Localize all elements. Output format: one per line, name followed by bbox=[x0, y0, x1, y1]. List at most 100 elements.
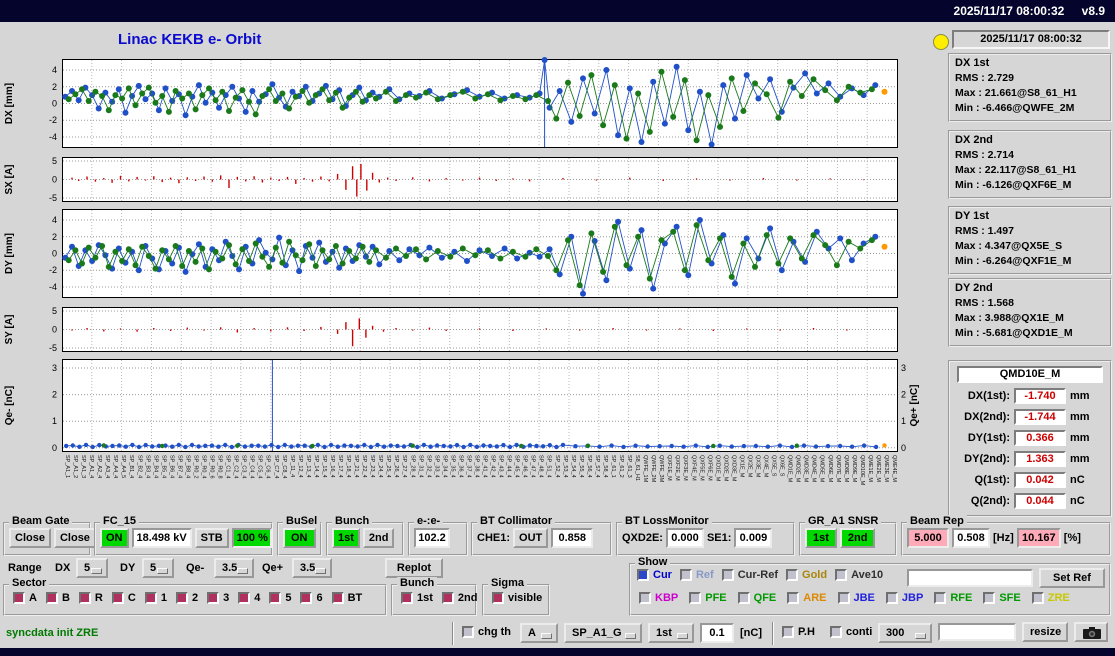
range-dy-select[interactable]: 5 bbox=[142, 558, 174, 578]
checkbox-2[interactable]: 2 bbox=[176, 592, 198, 604]
checkbox-zre[interactable]: ZRE bbox=[1032, 592, 1070, 604]
sector-select[interactable]: A bbox=[520, 623, 558, 643]
checkbox-label: SFE bbox=[999, 592, 1020, 604]
svg-text:-4: -4 bbox=[49, 282, 57, 292]
range-qep-label: Qe+ bbox=[262, 562, 283, 574]
checkbox-r[interactable]: R bbox=[79, 592, 103, 604]
misc-input[interactable] bbox=[938, 623, 1016, 641]
svg-text:SP_A4_5: SP_A4_5 bbox=[120, 455, 126, 478]
fc15-stb-button[interactable]: STB bbox=[195, 528, 229, 548]
checkbox-3[interactable]: 3 bbox=[207, 592, 229, 604]
plot-qe: 01230123Qe- [nC]Qe+ [nC] bbox=[0, 359, 920, 452]
checkbox-label: C bbox=[128, 592, 136, 604]
svg-text:SP_B8_4: SP_B8_4 bbox=[184, 455, 190, 478]
checkbox-indicator bbox=[787, 592, 799, 604]
checkbox-cur[interactable]: Cur bbox=[637, 569, 672, 581]
checkbox-label: Ref bbox=[696, 569, 714, 581]
svg-text:SP_21_4: SP_21_4 bbox=[353, 455, 359, 478]
checkbox-jbe[interactable]: JBE bbox=[838, 592, 875, 604]
checkbox-4[interactable]: 4 bbox=[238, 592, 260, 604]
conti-checkbox[interactable]: conti bbox=[830, 626, 872, 638]
svg-text:DY [mm]: DY [mm] bbox=[4, 233, 15, 274]
checkbox-label: visible bbox=[508, 592, 542, 604]
checkbox-b[interactable]: B bbox=[46, 592, 70, 604]
bunch-select[interactable]: 1st bbox=[648, 623, 694, 643]
busel-on-button[interactable]: ON bbox=[283, 528, 316, 548]
checkbox-indicator bbox=[79, 592, 91, 604]
bunch-2nd-button[interactable]: 2nd bbox=[363, 528, 395, 548]
checkbox-rfe[interactable]: RFE bbox=[934, 592, 972, 604]
svg-text:SP_17_4: SP_17_4 bbox=[337, 455, 343, 478]
snsr-1st-button[interactable]: 1st bbox=[805, 528, 837, 548]
range-qep-select[interactable]: 3.5 bbox=[292, 558, 332, 578]
replot-button[interactable]: Replot bbox=[385, 558, 443, 578]
screenshot-button[interactable] bbox=[1074, 622, 1108, 642]
checkbox-c[interactable]: C bbox=[112, 592, 136, 604]
svg-text:SP_A3_4: SP_A3_4 bbox=[104, 455, 110, 478]
resize-button[interactable]: resize bbox=[1022, 622, 1068, 642]
checkbox-kbp[interactable]: KBP bbox=[639, 592, 678, 604]
checkbox-6[interactable]: 6 bbox=[300, 592, 322, 604]
checkbox-cur-ref[interactable]: Cur-Ref bbox=[722, 569, 778, 581]
snsr-2nd-button[interactable]: 2nd bbox=[840, 528, 876, 548]
bpm-row-unit: mm bbox=[1070, 453, 1090, 465]
range-qem-select[interactable]: 3.5 bbox=[214, 558, 254, 578]
svg-text:SP_B7_4: SP_B7_4 bbox=[176, 455, 182, 478]
checkbox-jbp[interactable]: JBP bbox=[886, 592, 923, 604]
checkbox-pfe[interactable]: PFE bbox=[689, 592, 726, 604]
svg-text:0: 0 bbox=[901, 443, 906, 453]
threshold-input[interactable]: 0.1 bbox=[700, 623, 734, 643]
svg-text:SP_31_4: SP_31_4 bbox=[417, 455, 423, 478]
chg-th-checkbox[interactable]: chg th bbox=[462, 626, 511, 638]
group-bt-lossmonitor: BT LossMonitor QXD2E: 0.000 SE1: 0.009 bbox=[616, 522, 795, 556]
svg-text:2: 2 bbox=[52, 232, 57, 242]
checkbox-1[interactable]: 1 bbox=[145, 592, 167, 604]
sigma-items: visible bbox=[484, 586, 548, 610]
che1-out-button[interactable]: OUT bbox=[513, 528, 548, 548]
checkbox-ref[interactable]: Ref bbox=[680, 569, 714, 581]
checkbox-indicator bbox=[689, 592, 701, 604]
group-beam-rep: Beam Rep 5.000 0.508 [Hz] 10.167 [%] bbox=[901, 522, 1111, 556]
svg-text:QWFE_3M: QWFE_3M bbox=[658, 455, 664, 483]
checkbox-ave10[interactable]: Ave10 bbox=[835, 569, 883, 581]
bpm-row-unit: mm bbox=[1070, 390, 1090, 402]
fc15-on-button[interactable]: ON bbox=[100, 528, 129, 548]
checkbox-1st[interactable]: 1st bbox=[401, 592, 433, 604]
svg-text:SP_A1_2: SP_A1_2 bbox=[72, 455, 78, 478]
range-dx-select[interactable]: 5 bbox=[76, 558, 108, 578]
checkbox-qfe[interactable]: QFE bbox=[738, 592, 777, 604]
bottom-strip bbox=[0, 648, 1115, 656]
svg-text:SP_18_4: SP_18_4 bbox=[345, 455, 351, 478]
beam-rep-hz-set-readout: 5.000 bbox=[907, 528, 949, 548]
device-select[interactable]: SP_A1_G bbox=[564, 623, 642, 643]
checkbox-label: chg th bbox=[478, 626, 511, 638]
beam-gate-close-button-2[interactable]: Close bbox=[54, 528, 96, 548]
checkbox-2nd[interactable]: 2nd bbox=[442, 592, 478, 604]
svg-text:-2: -2 bbox=[49, 115, 57, 125]
checkbox-visible[interactable]: visible bbox=[492, 592, 542, 604]
range-dx-label: DX bbox=[55, 562, 70, 574]
svg-text:SP_16_4: SP_16_4 bbox=[329, 455, 335, 478]
bunch-1st-button[interactable]: 1st bbox=[332, 528, 360, 548]
svg-text:3: 3 bbox=[901, 363, 906, 373]
titlebar: 2025/11/17 08:00:32 v8.9 bbox=[0, 0, 1115, 22]
group-label: Beam Gate bbox=[9, 515, 72, 527]
beam-gate-close-button-1[interactable]: Close bbox=[9, 528, 51, 548]
bpm-row-label: Q(1st): bbox=[954, 474, 1010, 486]
checkbox-gold[interactable]: Gold bbox=[786, 569, 827, 581]
timestamp-field: 2025/11/17 08:00:32 bbox=[952, 30, 1110, 49]
ref-name-input[interactable] bbox=[907, 569, 1033, 587]
checkbox-a[interactable]: A bbox=[13, 592, 37, 604]
stat-min: Min : -6.466@QWFE_2M bbox=[955, 101, 1105, 116]
ph-checkbox[interactable]: P.H bbox=[782, 626, 815, 638]
set-ref-button[interactable]: Set Ref bbox=[1039, 568, 1105, 588]
checkbox-label: PFE bbox=[705, 592, 726, 604]
bpm-row-unit: mm bbox=[1070, 411, 1090, 423]
interval-select[interactable]: 300 bbox=[878, 623, 932, 643]
checkbox-are[interactable]: ARE bbox=[787, 592, 826, 604]
checkbox-sfe[interactable]: SFE bbox=[983, 592, 1020, 604]
checkbox-label: 3 bbox=[223, 592, 229, 604]
checkbox-5[interactable]: 5 bbox=[269, 592, 291, 604]
svg-text:3: 3 bbox=[52, 363, 57, 373]
checkbox-bt[interactable]: BT bbox=[332, 592, 363, 604]
